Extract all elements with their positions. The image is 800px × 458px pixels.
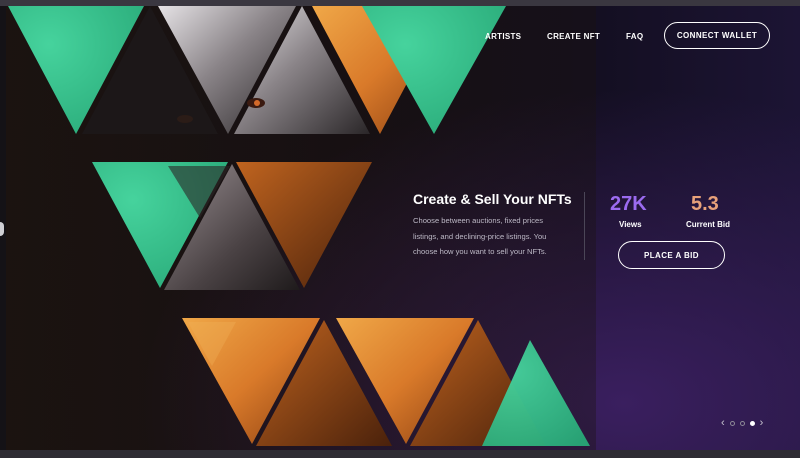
carousel-dot-active[interactable] — [749, 421, 755, 426]
window-bottom-bar — [0, 450, 800, 458]
chevron-left-icon[interactable]: ‹ — [721, 418, 725, 429]
carousel-dot[interactable] — [739, 421, 745, 426]
carousel-pager: ‹ › — [721, 418, 763, 429]
eye-detail — [254, 100, 260, 106]
chevron-right-icon[interactable]: › — [760, 418, 764, 429]
nav-faq-link[interactable]: FAQ — [626, 32, 643, 41]
connect-wallet-button[interactable]: CONNECT WALLET — [664, 22, 770, 49]
nav-artists-link[interactable]: ARTISTS — [485, 32, 521, 41]
nav-create-nft-link[interactable]: CREATE NFT — [547, 32, 600, 41]
stats-divider — [584, 192, 585, 260]
current-bid-label: Current Bid — [686, 220, 730, 229]
eye-detail — [177, 115, 193, 123]
carousel-dot[interactable] — [729, 421, 735, 426]
hero-title: Create & Sell Your NFTs — [413, 191, 572, 207]
nft-artwork-mosaic — [6, 6, 596, 450]
place-a-bid-button[interactable]: PLACE A BID — [618, 241, 725, 269]
current-bid-value: 5.3 — [691, 193, 719, 215]
views-label: Views — [619, 220, 642, 229]
hero-banner: ARTISTS CREATE NFT FAQ CONNECT WALLET Cr… — [0, 0, 800, 458]
hero-description: Choose between auctions, fixed prices li… — [413, 216, 547, 256]
views-value: 27K — [610, 193, 647, 215]
